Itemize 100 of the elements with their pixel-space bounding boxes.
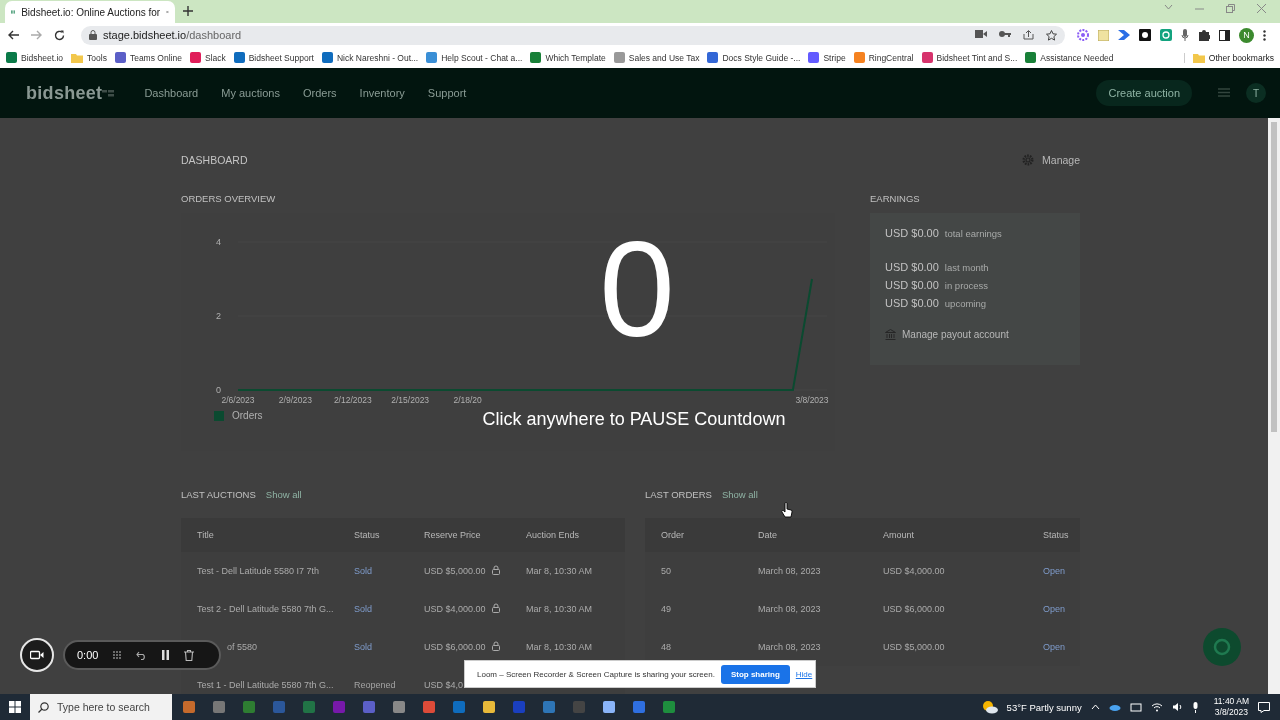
column-header: Reserve Price <box>408 518 510 552</box>
trash-icon[interactable] <box>184 649 195 661</box>
lock-icon[interactable] <box>491 641 500 651</box>
back-icon[interactable] <box>8 30 19 40</box>
star-icon[interactable] <box>1046 29 1057 41</box>
sidebar-icon[interactable] <box>1219 29 1230 41</box>
bookmark[interactable]: Stripe <box>823 52 846 63</box>
key-icon[interactable] <box>999 29 1011 38</box>
taskbar-app-icon[interactable] <box>662 700 676 714</box>
bookmark[interactable]: Slack <box>204 52 226 63</box>
taskbar-app-icon[interactable] <box>422 700 436 714</box>
cloud-icon[interactable] <box>1108 703 1121 711</box>
profile-avatar[interactable]: N <box>1239 27 1254 43</box>
reload-icon[interactable] <box>54 29 65 41</box>
show-all-link[interactable]: Show all <box>721 488 758 500</box>
camera-button[interactable] <box>20 638 54 672</box>
chevron-down-icon[interactable] <box>1164 4 1173 10</box>
chevron-icon[interactable] <box>1118 30 1130 40</box>
extension-icon[interactable] <box>1139 29 1151 41</box>
bookmark[interactable]: Which Template <box>545 52 606 63</box>
taskbar-app-icon[interactable] <box>182 700 196 714</box>
bookmark[interactable]: Bidsheet Tint and S... <box>936 52 1018 63</box>
network-icon[interactable] <box>1129 702 1142 712</box>
bookmark[interactable]: Help Scout - Chat a... <box>441 52 523 63</box>
user-avatar[interactable]: T <box>1246 83 1266 103</box>
table-cell: Mar 8, 10:30 AM <box>526 566 593 576</box>
nav-link[interactable]: My auctions <box>221 87 280 99</box>
bookmark[interactable]: RingCentral <box>868 52 914 63</box>
axis-tick-label: 2/9/2023 <box>278 395 312 405</box>
weather-icon[interactable] <box>981 700 998 714</box>
bookmark[interactable]: Sales and Use Tax <box>628 52 700 63</box>
speaker-icon[interactable] <box>1171 702 1183 712</box>
video-camera-icon[interactable] <box>30 650 44 660</box>
lock-icon[interactable] <box>491 603 500 613</box>
favicon-icon[interactable] <box>808 52 820 63</box>
address-bar[interactable]: stage.bidsheet.io/dashboard <box>81 25 1065 45</box>
show-all-link[interactable]: Show all <box>265 488 302 500</box>
clock-date[interactable]: 3/8/2023 <box>1214 707 1248 718</box>
windows-icon[interactable] <box>9 701 21 713</box>
app-logo[interactable]: bidsheet <box>26 82 103 104</box>
pause-icon[interactable] <box>161 650 171 660</box>
bookmark[interactable]: Docs Style Guide -... <box>722 52 801 63</box>
more-icon[interactable] <box>1263 29 1266 41</box>
favicon-icon[interactable] <box>6 52 17 63</box>
lock-icon[interactable] <box>491 565 500 575</box>
taskbar-app-icon[interactable] <box>602 700 616 714</box>
nav-link[interactable]: Orders <box>302 87 337 99</box>
axis-tick-label: 2/12/2023 <box>333 395 372 405</box>
favicon-icon[interactable] <box>530 52 542 63</box>
countdown-hint[interactable]: Click anywhere to PAUSE Countdown <box>482 409 786 429</box>
scrollbar-thumb[interactable] <box>1271 122 1277 432</box>
favicon-icon[interactable] <box>613 52 625 63</box>
payout-link[interactable]: Manage payout account <box>902 329 1009 340</box>
favicon-icon[interactable] <box>921 52 933 63</box>
wifi-icon[interactable] <box>1150 702 1163 712</box>
browser-tab[interactable]: Bidsheet.io: Online Auctions for <box>5 1 175 23</box>
taskbar-app-icon[interactable] <box>392 700 406 714</box>
clock-time[interactable]: 11:40 AM <box>1213 696 1249 707</box>
nav-link[interactable]: Support <box>427 87 467 99</box>
favicon-icon[interactable] <box>853 52 865 63</box>
bookmark[interactable]: Teams Online <box>129 52 182 63</box>
bookmark[interactable]: Tools <box>87 52 107 63</box>
plus-icon[interactable] <box>183 6 193 16</box>
nav-link[interactable]: Dashboard <box>144 87 199 99</box>
lock-icon[interactable] <box>89 30 97 40</box>
bookmark-folder[interactable]: Other bookmarks <box>1208 52 1274 63</box>
chevron-up-icon[interactable] <box>1090 704 1100 710</box>
stop-sharing-button[interactable]: Stop sharing <box>720 664 790 684</box>
nav-link[interactable]: Inventory <box>359 87 405 99</box>
favicon-icon[interactable] <box>426 52 438 63</box>
taskbar-search-field[interactable]: Type here to search <box>30 694 172 720</box>
favicon-icon[interactable] <box>707 52 719 63</box>
bookmark[interactable]: Bidsheet.io <box>21 52 64 63</box>
share-icon[interactable] <box>1023 29 1034 40</box>
bookmark[interactable]: Bidsheet Support <box>248 52 314 63</box>
create-auction-button[interactable]: Create auction <box>1096 80 1192 106</box>
restore-icon[interactable] <box>1226 4 1235 13</box>
favicon-icon[interactable] <box>233 52 245 63</box>
bookmark[interactable]: Assistance Needed <box>1040 52 1114 63</box>
table-cell: USD $4,0 <box>424 680 464 690</box>
taskbar-app-icon[interactable] <box>212 700 226 714</box>
flower-icon[interactable] <box>1077 29 1089 41</box>
camera-icon[interactable] <box>975 29 987 38</box>
notification-icon[interactable] <box>1258 701 1270 713</box>
weather-text[interactable]: 53°F Partly sunny <box>1006 701 1082 713</box>
table-cell: March 08, 2023 <box>758 604 821 614</box>
taskbar-app-icon[interactable] <box>482 700 496 714</box>
hide-link[interactable]: Hide <box>795 669 813 679</box>
favicon-icon[interactable] <box>1025 52 1037 63</box>
hand-cursor-icon[interactable] <box>781 502 793 518</box>
search-icon[interactable] <box>38 701 49 713</box>
earnings-note: upcoming <box>944 298 986 309</box>
undo-icon[interactable] <box>136 650 148 660</box>
favicon-icon[interactable] <box>321 52 333 63</box>
manage-link[interactable]: Manage <box>1042 154 1080 166</box>
puzzle-icon[interactable] <box>1198 29 1210 41</box>
bookmark[interactable]: Nick Nareshni - Out... <box>336 52 419 63</box>
favicon-icon[interactable] <box>189 52 201 63</box>
microphone-icon[interactable] <box>1191 701 1199 713</box>
favicon-icon[interactable] <box>114 52 126 63</box>
